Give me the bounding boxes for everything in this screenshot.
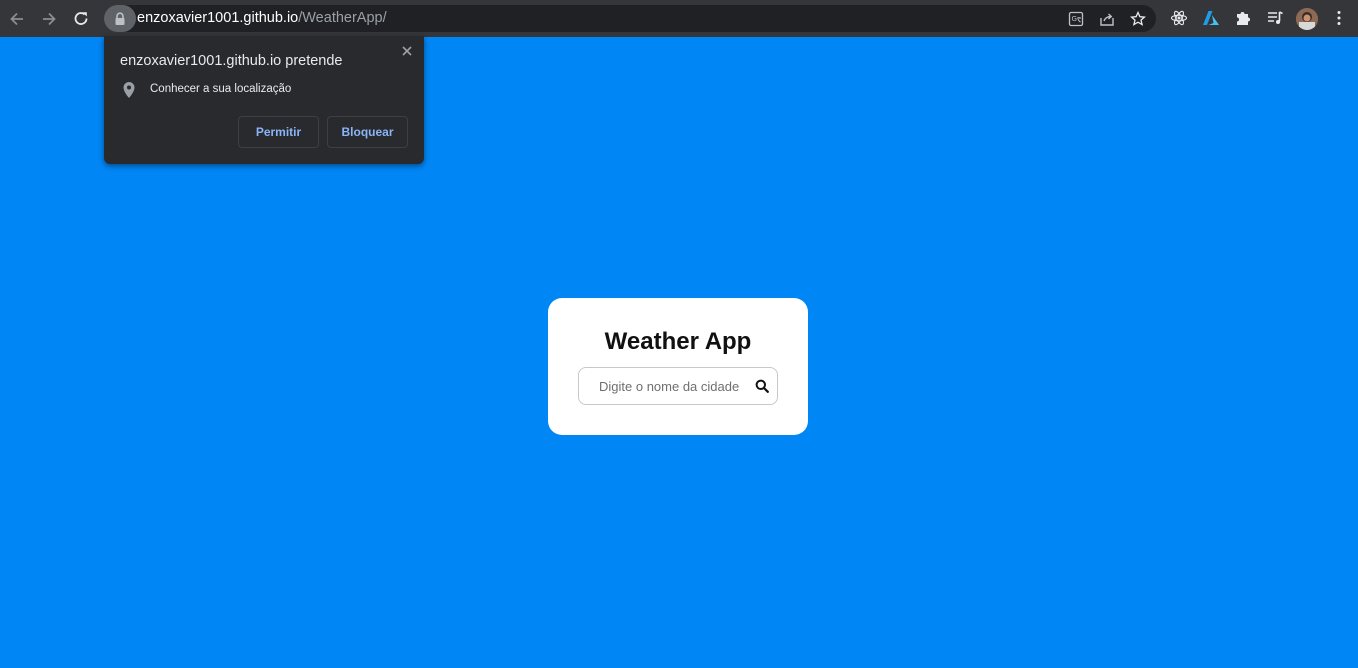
allow-button[interactable]: Permitir <box>238 116 319 148</box>
url-text[interactable]: enzoxavier1001.github.io/WeatherApp/ <box>137 10 387 26</box>
kebab-menu-icon <box>1337 11 1341 25</box>
forward-button[interactable] <box>36 6 62 32</box>
translate-button[interactable]: G <box>1066 9 1086 29</box>
avatar-image <box>1296 8 1318 30</box>
browser-toolbar: enzoxavier1001.github.io/WeatherApp/ G <box>0 0 1358 37</box>
reading-list-icon <box>1268 11 1283 24</box>
block-button[interactable]: Bloquear <box>327 116 408 148</box>
url-host: enzoxavier1001.github.io <box>137 10 299 26</box>
bookmark-button[interactable] <box>1128 9 1148 29</box>
star-icon <box>1130 11 1146 26</box>
url-path: /WeatherApp/ <box>298 10 387 26</box>
city-search-box <box>578 367 778 405</box>
react-devtools-icon <box>1170 10 1188 26</box>
popup-request-text: Conhecer a sua localização <box>150 83 292 95</box>
address-bar[interactable]: enzoxavier1001.github.io/WeatherApp/ G <box>104 5 1156 32</box>
azure-extension[interactable] <box>1201 8 1221 28</box>
site-info-button[interactable] <box>104 5 136 32</box>
location-pin-icon <box>123 82 135 98</box>
search-icon <box>755 379 769 393</box>
extensions-button[interactable] <box>1233 8 1253 28</box>
puzzle-icon <box>1237 12 1250 25</box>
city-search-input[interactable] <box>579 368 751 404</box>
reload-button[interactable] <box>68 6 94 32</box>
popup-close-button[interactable] <box>398 42 416 60</box>
reading-list-button[interactable] <box>1265 8 1285 28</box>
share-button[interactable] <box>1097 9 1117 29</box>
search-button[interactable] <box>753 377 771 395</box>
profile-avatar[interactable] <box>1296 8 1318 30</box>
popup-title: enzoxavier1001.github.io pretende <box>120 53 343 69</box>
browser-menu-button[interactable] <box>1329 8 1349 28</box>
close-icon <box>402 46 412 56</box>
back-button[interactable] <box>4 6 30 32</box>
lock-icon <box>115 11 125 25</box>
translate-icon: G <box>1068 11 1084 27</box>
location-permission-popup: enzoxavier1001.github.io pretende Conhec… <box>104 36 424 164</box>
back-arrow-icon <box>10 12 23 26</box>
svg-text:G: G <box>1072 15 1077 23</box>
react-devtools-extension[interactable] <box>1169 8 1189 28</box>
forward-arrow-icon <box>43 12 56 26</box>
reload-icon <box>74 12 88 25</box>
weather-card: Weather App <box>548 298 808 435</box>
app-title: Weather App <box>604 328 752 355</box>
azure-icon <box>1203 11 1219 25</box>
share-icon <box>1100 13 1114 26</box>
